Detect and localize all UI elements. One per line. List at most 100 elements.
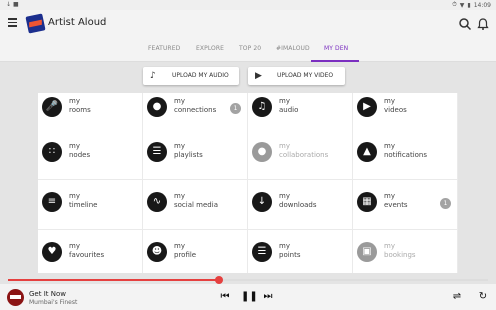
grid-item-label: nodes — [69, 151, 91, 159]
search-icon[interactable] — [458, 16, 472, 31]
grid-item-label: timeline — [69, 201, 98, 209]
pause-icon[interactable]: ❚❚ — [241, 291, 258, 303]
grid-item-downloads[interactable]: ↓ my downloads — [248, 180, 353, 230]
grid-item-label: social media — [174, 201, 218, 209]
grid-item-videos[interactable]: ▶ my videos — [353, 93, 458, 135]
grid-item-rooms[interactable]: 🎤 my rooms — [38, 93, 143, 135]
status-time: 14:09 — [473, 1, 491, 9]
grid-item-collaborations[interactable]: ● my collaborations — [248, 130, 353, 180]
grid-item-prefix: my — [69, 192, 80, 200]
grid-item-nodes[interactable]: ∷ my nodes — [38, 130, 143, 180]
tab-explore[interactable]: EXPLORE — [196, 45, 224, 52]
grid-item-notifications[interactable]: ▲ my notifications — [353, 130, 458, 180]
grid-item-timeline[interactable]: ≡ my timeline — [38, 180, 143, 230]
upload-video-button[interactable]: ▶ UPLOAD MY VIDEO — [248, 67, 345, 85]
timeline-icon: ≡ — [42, 192, 62, 212]
collaboration-icon: ● — [252, 142, 272, 162]
grid-item-social-media[interactable]: ∿ my social media — [143, 180, 248, 230]
artist-name: Mumbai's Finest — [29, 299, 78, 306]
grid-item-label: profile — [174, 251, 197, 259]
upload-video-label: UPLOAD MY VIDEO — [277, 72, 334, 79]
bookings-icon: ▣ — [357, 242, 377, 262]
repeat-icon[interactable]: ↻ — [477, 291, 489, 303]
grid-item-prefix: my — [384, 142, 395, 150]
grid-item-prefix: my — [279, 142, 290, 150]
grid-item-prefix: my — [174, 97, 185, 105]
grid-item-prefix: my — [69, 242, 80, 250]
grid-item-prefix: my — [174, 192, 185, 200]
grid-item-prefix: my — [279, 97, 290, 105]
upload-audio-label: UPLOAD MY AUDIO — [172, 72, 229, 79]
grid-item-bookings[interactable]: ▣ my bookings — [353, 230, 458, 273]
rss-icon: ∿ — [147, 192, 167, 212]
notification-icons: ↓ ■ — [6, 1, 19, 8]
grid-item-profile[interactable]: ☻ my profile — [143, 230, 248, 273]
grid-item-favourites[interactable]: ♥ my favourites — [38, 230, 143, 273]
progress-knob[interactable] — [215, 276, 224, 284]
grid-item-label: bookings — [384, 251, 416, 259]
grid-item-events[interactable]: ▦ my events 1 — [353, 180, 458, 230]
grid-item-label: playlists — [174, 151, 203, 159]
bell-icon: ▲ — [357, 142, 377, 162]
video-upload-icon: ▶ — [255, 71, 262, 81]
grid-item-label: videos — [384, 106, 407, 114]
grid-item-prefix: my — [384, 192, 395, 200]
nodes-icon: ∷ — [42, 142, 62, 162]
points-icon: ☰ — [252, 242, 272, 262]
grid-item-playlists[interactable]: ☰ my playlists — [143, 130, 248, 180]
grid-item-label: audio — [279, 106, 299, 114]
app-notification-icon: ■ — [12, 1, 19, 8]
shuffle-icon[interactable]: ⇌ — [451, 291, 463, 303]
grid-item-label: favourites — [69, 251, 105, 259]
heart-icon: ♥ — [42, 242, 62, 262]
status-right: ⏱ ▼ ▮ 14:09 — [452, 1, 491, 9]
next-icon[interactable]: ⏭ — [262, 291, 274, 303]
notifications-bell-icon[interactable] — [476, 16, 490, 30]
tab-imaloud[interactable]: #IMALOUD — [276, 45, 310, 52]
grid-item-prefix: my — [384, 97, 395, 105]
album-art[interactable] — [7, 289, 24, 306]
playback-progress-bar[interactable] — [8, 276, 488, 284]
alarm-icon: ⏱ — [452, 1, 457, 8]
download-icon: ↓ — [252, 192, 272, 212]
active-tab-indicator — [311, 60, 359, 62]
my-den-grid: 🎤 my rooms ● my connections 1 ♫ my audio… — [38, 93, 458, 273]
count-badge: 1 — [440, 198, 451, 209]
grid-item-prefix: my — [174, 142, 185, 150]
music-note-icon: ♫ — [252, 97, 272, 117]
count-badge: 1 — [230, 103, 241, 114]
tab-featured[interactable]: FEATURED — [148, 45, 180, 52]
app-logo — [25, 13, 46, 34]
mini-player: Get It Now Mumbai's Finest ⏮ ❚❚ ⏭ ⇌ ↻ — [0, 284, 496, 310]
grid-item-prefix: my — [279, 242, 290, 250]
profile-icon: ☻ — [147, 242, 167, 262]
menu-icon[interactable] — [6, 16, 20, 30]
wifi-icon: ▼ — [459, 1, 465, 9]
grid-item-prefix: my — [384, 242, 395, 250]
grid-item-connections[interactable]: ● my connections 1 — [143, 93, 248, 135]
calendar-icon: ▦ — [357, 192, 377, 212]
tab-my-den[interactable]: MY DEN — [324, 45, 348, 52]
app-title: Artist Aloud — [48, 17, 107, 28]
tab-top-20[interactable]: TOP 20 — [239, 45, 261, 52]
grid-item-prefix: my — [69, 97, 80, 105]
download-status-icon: ↓ — [6, 1, 12, 8]
playlist-icon: ☰ — [147, 142, 167, 162]
grid-item-prefix: my — [279, 192, 290, 200]
grid-item-label: connections — [174, 106, 217, 114]
grid-item-label: notifications — [384, 151, 428, 159]
video-icon: ▶ — [357, 97, 377, 117]
music-note-icon: ♪ — [150, 71, 156, 81]
progress-fill — [8, 279, 220, 281]
grid-item-label: rooms — [69, 106, 91, 114]
grid-item-prefix: my — [174, 242, 185, 250]
grid-item-points[interactable]: ☰ my points — [248, 230, 353, 273]
previous-icon[interactable]: ⏮ — [219, 291, 231, 303]
app-bar: Artist Aloud — [0, 10, 496, 38]
upload-audio-button[interactable]: ♪ UPLOAD MY AUDIO — [143, 67, 239, 85]
status-bar: ↓ ■ ⏱ ▼ ▮ 14:09 — [0, 0, 496, 10]
grid-item-audio[interactable]: ♫ my audio — [248, 93, 353, 135]
grid-item-prefix: my — [69, 142, 80, 150]
grid-item-label: collaborations — [279, 151, 329, 159]
battery-icon: ▮ — [467, 1, 471, 9]
